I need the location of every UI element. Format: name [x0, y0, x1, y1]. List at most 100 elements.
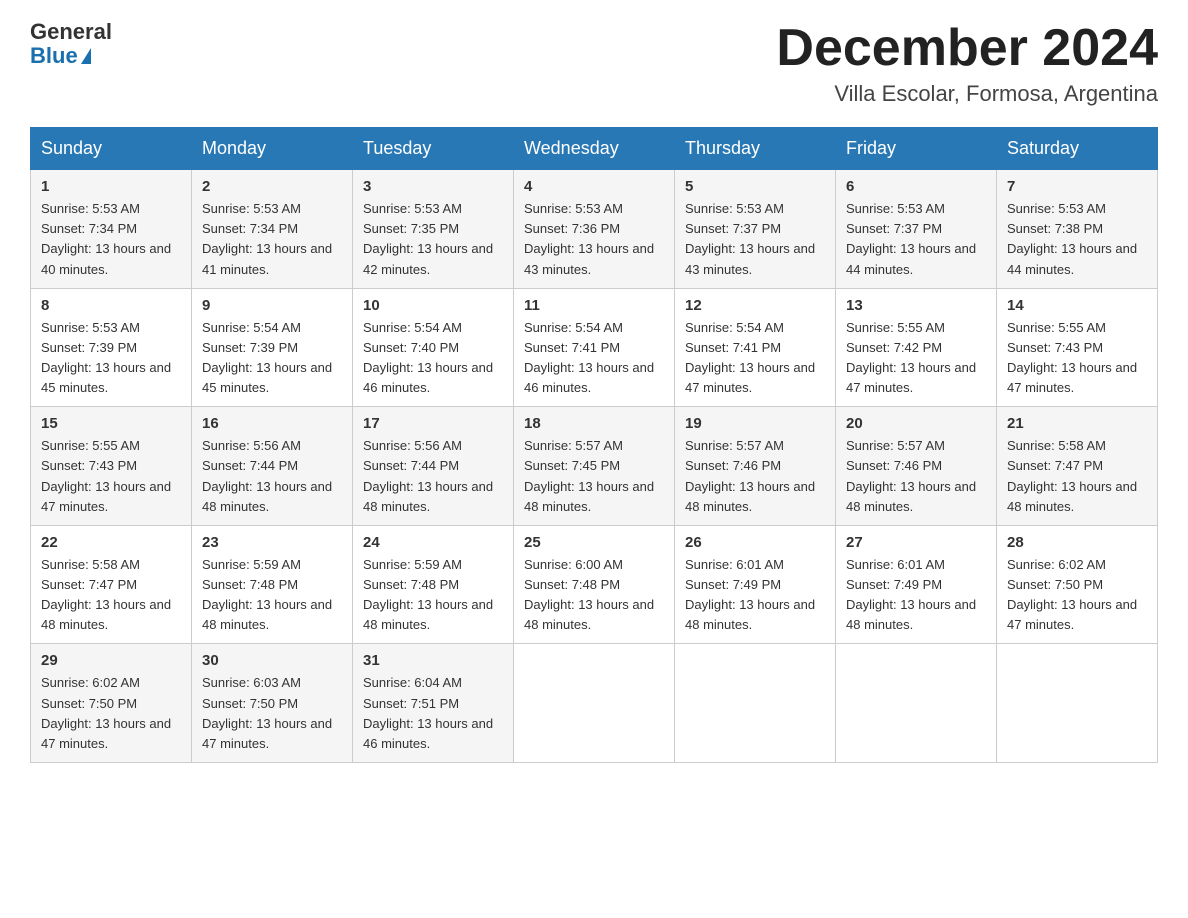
day-number: 17: [363, 415, 503, 432]
calendar-cell: 3 Sunrise: 5:53 AMSunset: 7:35 PMDayligh…: [353, 170, 514, 289]
calendar-cell: 19 Sunrise: 5:57 AMSunset: 7:46 PMDaylig…: [675, 407, 836, 526]
day-number: 3: [363, 178, 503, 195]
calendar-cell: 15 Sunrise: 5:55 AMSunset: 7:43 PMDaylig…: [31, 407, 192, 526]
calendar-cell: 17 Sunrise: 5:56 AMSunset: 7:44 PMDaylig…: [353, 407, 514, 526]
logo: General Blue: [30, 20, 112, 68]
day-number: 22: [41, 534, 181, 551]
weekday-header-wednesday: Wednesday: [514, 128, 675, 170]
weekday-header-monday: Monday: [192, 128, 353, 170]
day-number: 29: [41, 652, 181, 669]
day-number: 13: [846, 297, 986, 314]
calendar-cell: 11 Sunrise: 5:54 AMSunset: 7:41 PMDaylig…: [514, 288, 675, 407]
calendar-cell: 26 Sunrise: 6:01 AMSunset: 7:49 PMDaylig…: [675, 525, 836, 644]
calendar-cell: 25 Sunrise: 6:00 AMSunset: 7:48 PMDaylig…: [514, 525, 675, 644]
day-info: Sunrise: 5:53 AMSunset: 7:38 PMDaylight:…: [1007, 201, 1137, 276]
day-info: Sunrise: 5:53 AMSunset: 7:37 PMDaylight:…: [846, 201, 976, 276]
weekday-header-saturday: Saturday: [997, 128, 1158, 170]
page-header: General Blue December 2024 Villa Escolar…: [30, 20, 1158, 107]
calendar-cell: 31 Sunrise: 6:04 AMSunset: 7:51 PMDaylig…: [353, 644, 514, 763]
day-number: 9: [202, 297, 342, 314]
calendar-cell: 30 Sunrise: 6:03 AMSunset: 7:50 PMDaylig…: [192, 644, 353, 763]
day-info: Sunrise: 5:57 AMSunset: 7:45 PMDaylight:…: [524, 438, 654, 513]
calendar-cell: 4 Sunrise: 5:53 AMSunset: 7:36 PMDayligh…: [514, 170, 675, 289]
calendar-cell: [997, 644, 1158, 763]
weekday-header-friday: Friday: [836, 128, 997, 170]
day-number: 21: [1007, 415, 1147, 432]
calendar-cell: 1 Sunrise: 5:53 AMSunset: 7:34 PMDayligh…: [31, 170, 192, 289]
calendar-table: SundayMondayTuesdayWednesdayThursdayFrid…: [30, 127, 1158, 763]
month-title: December 2024: [776, 20, 1158, 77]
calendar-cell: 14 Sunrise: 5:55 AMSunset: 7:43 PMDaylig…: [997, 288, 1158, 407]
day-number: 8: [41, 297, 181, 314]
logo-blue: Blue: [30, 44, 112, 68]
day-number: 16: [202, 415, 342, 432]
calendar-cell: 18 Sunrise: 5:57 AMSunset: 7:45 PMDaylig…: [514, 407, 675, 526]
day-number: 20: [846, 415, 986, 432]
calendar-cell: 6 Sunrise: 5:53 AMSunset: 7:37 PMDayligh…: [836, 170, 997, 289]
calendar-cell: 21 Sunrise: 5:58 AMSunset: 7:47 PMDaylig…: [997, 407, 1158, 526]
day-number: 31: [363, 652, 503, 669]
day-number: 10: [363, 297, 503, 314]
weekday-header-thursday: Thursday: [675, 128, 836, 170]
day-info: Sunrise: 5:54 AMSunset: 7:41 PMDaylight:…: [524, 320, 654, 395]
day-info: Sunrise: 6:01 AMSunset: 7:49 PMDaylight:…: [685, 557, 815, 632]
logo-general: General: [30, 20, 112, 44]
day-info: Sunrise: 5:57 AMSunset: 7:46 PMDaylight:…: [685, 438, 815, 513]
day-number: 18: [524, 415, 664, 432]
calendar-cell: 16 Sunrise: 5:56 AMSunset: 7:44 PMDaylig…: [192, 407, 353, 526]
day-number: 2: [202, 178, 342, 195]
calendar-cell: 29 Sunrise: 6:02 AMSunset: 7:50 PMDaylig…: [31, 644, 192, 763]
day-info: Sunrise: 5:53 AMSunset: 7:39 PMDaylight:…: [41, 320, 171, 395]
day-info: Sunrise: 5:55 AMSunset: 7:43 PMDaylight:…: [1007, 320, 1137, 395]
day-info: Sunrise: 6:04 AMSunset: 7:51 PMDaylight:…: [363, 675, 493, 750]
calendar-cell: 2 Sunrise: 5:53 AMSunset: 7:34 PMDayligh…: [192, 170, 353, 289]
location-subtitle: Villa Escolar, Formosa, Argentina: [776, 81, 1158, 107]
calendar-cell: 28 Sunrise: 6:02 AMSunset: 7:50 PMDaylig…: [997, 525, 1158, 644]
calendar-cell: 5 Sunrise: 5:53 AMSunset: 7:37 PMDayligh…: [675, 170, 836, 289]
calendar-week-row: 29 Sunrise: 6:02 AMSunset: 7:50 PMDaylig…: [31, 644, 1158, 763]
day-info: Sunrise: 5:55 AMSunset: 7:43 PMDaylight:…: [41, 438, 171, 513]
calendar-cell: 10 Sunrise: 5:54 AMSunset: 7:40 PMDaylig…: [353, 288, 514, 407]
day-number: 1: [41, 178, 181, 195]
day-info: Sunrise: 5:56 AMSunset: 7:44 PMDaylight:…: [202, 438, 332, 513]
weekday-header-tuesday: Tuesday: [353, 128, 514, 170]
day-info: Sunrise: 5:56 AMSunset: 7:44 PMDaylight:…: [363, 438, 493, 513]
calendar-cell: 8 Sunrise: 5:53 AMSunset: 7:39 PMDayligh…: [31, 288, 192, 407]
logo-triangle-icon: [81, 48, 91, 64]
calendar-week-row: 8 Sunrise: 5:53 AMSunset: 7:39 PMDayligh…: [31, 288, 1158, 407]
day-info: Sunrise: 6:02 AMSunset: 7:50 PMDaylight:…: [1007, 557, 1137, 632]
day-number: 5: [685, 178, 825, 195]
day-info: Sunrise: 5:53 AMSunset: 7:34 PMDaylight:…: [202, 201, 332, 276]
day-info: Sunrise: 6:00 AMSunset: 7:48 PMDaylight:…: [524, 557, 654, 632]
day-number: 11: [524, 297, 664, 314]
day-info: Sunrise: 5:59 AMSunset: 7:48 PMDaylight:…: [202, 557, 332, 632]
weekday-header-sunday: Sunday: [31, 128, 192, 170]
calendar-cell: 13 Sunrise: 5:55 AMSunset: 7:42 PMDaylig…: [836, 288, 997, 407]
day-info: Sunrise: 5:55 AMSunset: 7:42 PMDaylight:…: [846, 320, 976, 395]
day-info: Sunrise: 5:57 AMSunset: 7:46 PMDaylight:…: [846, 438, 976, 513]
day-info: Sunrise: 5:54 AMSunset: 7:39 PMDaylight:…: [202, 320, 332, 395]
day-number: 27: [846, 534, 986, 551]
day-info: Sunrise: 5:54 AMSunset: 7:41 PMDaylight:…: [685, 320, 815, 395]
day-number: 30: [202, 652, 342, 669]
day-number: 4: [524, 178, 664, 195]
day-number: 12: [685, 297, 825, 314]
day-info: Sunrise: 6:01 AMSunset: 7:49 PMDaylight:…: [846, 557, 976, 632]
calendar-cell: 7 Sunrise: 5:53 AMSunset: 7:38 PMDayligh…: [997, 170, 1158, 289]
calendar-cell: 24 Sunrise: 5:59 AMSunset: 7:48 PMDaylig…: [353, 525, 514, 644]
calendar-cell: [836, 644, 997, 763]
day-info: Sunrise: 5:58 AMSunset: 7:47 PMDaylight:…: [1007, 438, 1137, 513]
calendar-cell: [675, 644, 836, 763]
calendar-cell: 20 Sunrise: 5:57 AMSunset: 7:46 PMDaylig…: [836, 407, 997, 526]
calendar-cell: 27 Sunrise: 6:01 AMSunset: 7:49 PMDaylig…: [836, 525, 997, 644]
day-number: 14: [1007, 297, 1147, 314]
day-info: Sunrise: 5:53 AMSunset: 7:34 PMDaylight:…: [41, 201, 171, 276]
day-info: Sunrise: 5:58 AMSunset: 7:47 PMDaylight:…: [41, 557, 171, 632]
calendar-cell: [514, 644, 675, 763]
calendar-week-row: 22 Sunrise: 5:58 AMSunset: 7:47 PMDaylig…: [31, 525, 1158, 644]
day-number: 28: [1007, 534, 1147, 551]
calendar-cell: 23 Sunrise: 5:59 AMSunset: 7:48 PMDaylig…: [192, 525, 353, 644]
day-number: 24: [363, 534, 503, 551]
calendar-week-row: 15 Sunrise: 5:55 AMSunset: 7:43 PMDaylig…: [31, 407, 1158, 526]
calendar-cell: 12 Sunrise: 5:54 AMSunset: 7:41 PMDaylig…: [675, 288, 836, 407]
